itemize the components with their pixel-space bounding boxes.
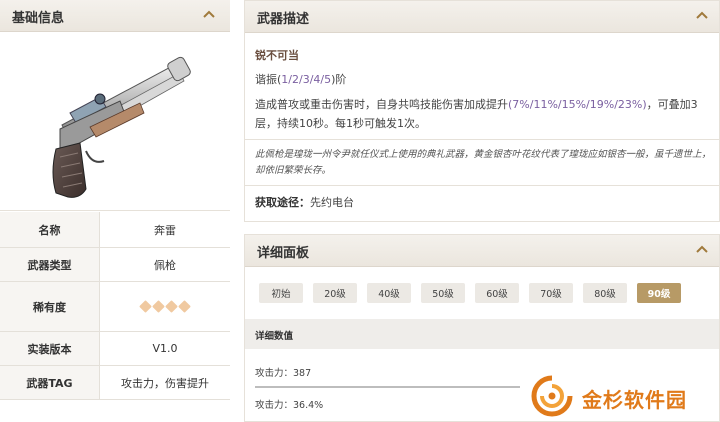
table-row: 名称 奔雷 — [0, 212, 230, 248]
level-tab-80[interactable]: 80级 — [583, 283, 627, 303]
basic-info-panel: 基础信息 名称 奔雷 武器类型 佩枪 稀有度 实装版本 V1.0 武器TAG 攻… — [0, 0, 230, 422]
row-key: 武器TAG — [0, 366, 100, 399]
table-row: 稀有度 — [0, 282, 230, 332]
stat-attack-percent: 攻击力：36.4% — [255, 400, 324, 411]
divider — [245, 185, 719, 186]
weapon-desc-panel: 武器描述 锐不可当 谐振(1/2/3/4/5)阶 造成普攻或重击伤害时，自身共鸣… — [244, 0, 720, 222]
stat-base-attack: 攻击力：387 — [255, 368, 312, 379]
weapon-type: 佩枪 — [154, 258, 176, 272]
star-icon — [165, 300, 178, 313]
watermark-text: 金杉软件园 — [582, 388, 687, 412]
rarity-value — [100, 282, 230, 331]
skill-effect: 造成普攻或重击伤害时，自身共鸣技能伤害加成提升(7%/11%/15%/19%/2… — [255, 95, 715, 133]
row-key: 名称 — [0, 212, 100, 247]
star-icon — [152, 300, 165, 313]
basic-info-header[interactable]: 基础信息 — [0, 0, 230, 32]
detail-panel-header[interactable]: 详细面板 — [245, 235, 719, 267]
weapon-image — [0, 33, 230, 211]
skill-name: 锐不可当 — [255, 49, 299, 62]
level-tabs: 初始 20级 40级 50级 60级 70级 80级 90级 — [259, 283, 681, 303]
effect-prefix: 造成普攻或重击伤害时，自身共鸣技能伤害加成提升 — [255, 98, 508, 111]
weapon-desc-title: 武器描述 — [257, 12, 310, 27]
weapon-wiki-page: 基础信息 名称 奔雷 武器类型 佩枪 稀有度 实装版本 V1.0 武器TAG 攻… — [0, 0, 720, 422]
basic-info-title: 基础信息 — [12, 11, 65, 26]
chevron-up-icon[interactable] — [693, 241, 711, 259]
harmony-text: 谐振(1/2/3/4/5)阶 — [255, 71, 346, 87]
weapon-tags: 攻击力，伤害提升 — [121, 376, 209, 390]
harmony-suffix: )阶 — [331, 73, 347, 86]
table-row: 武器TAG 攻击力，伤害提升 — [0, 366, 230, 400]
row-key: 实装版本 — [0, 332, 100, 365]
harmony-levels: 1/2/3/4/5 — [281, 73, 332, 86]
star-icon — [178, 300, 191, 313]
chevron-up-icon[interactable] — [693, 7, 711, 25]
weapon-desc-header[interactable]: 武器描述 — [245, 1, 719, 33]
level-tab-initial[interactable]: 初始 — [259, 283, 303, 303]
acquisition-source: 获取途径：先约电台 — [255, 194, 354, 210]
level-tab-60[interactable]: 60级 — [475, 283, 519, 303]
row-key: 武器类型 — [0, 248, 100, 281]
divider — [255, 386, 520, 388]
basic-info-table: 名称 奔雷 武器类型 佩枪 稀有度 实装版本 V1.0 武器TAG 攻击力，伤害… — [0, 212, 230, 400]
weapon-name: 奔雷 — [154, 223, 176, 237]
level-tab-50[interactable]: 50级 — [421, 283, 465, 303]
release-version: V1.0 — [152, 342, 178, 355]
stats-header: 详细数值 — [245, 319, 719, 349]
level-tab-20[interactable]: 20级 — [313, 283, 357, 303]
rarity-stars — [139, 300, 191, 313]
level-tab-40[interactable]: 40级 — [367, 283, 411, 303]
table-row: 武器类型 佩枪 — [0, 248, 230, 282]
star-icon — [139, 300, 152, 313]
level-tab-70[interactable]: 70级 — [529, 283, 573, 303]
row-key: 稀有度 — [0, 282, 100, 331]
divider — [245, 139, 719, 140]
chevron-up-icon[interactable] — [200, 6, 218, 24]
source-label: 获取途径： — [255, 196, 310, 209]
table-row: 实装版本 V1.0 — [0, 332, 230, 366]
harmony-prefix: 谐振( — [255, 73, 282, 86]
watermark-logo-icon — [531, 375, 573, 417]
level-tab-90[interactable]: 90级 — [637, 283, 681, 303]
source-value: 先约电台 — [310, 196, 354, 209]
lore-text: 此佩枪是瑝珑一州令尹就任仪式上使用的典礼武器，黄金银杏叶花纹代表了瑝珑应如银杏一… — [255, 149, 712, 176]
detail-panel-title: 详细面板 — [257, 246, 310, 261]
effect-values: (7%/11%/15%/19%/23%) — [508, 98, 647, 111]
